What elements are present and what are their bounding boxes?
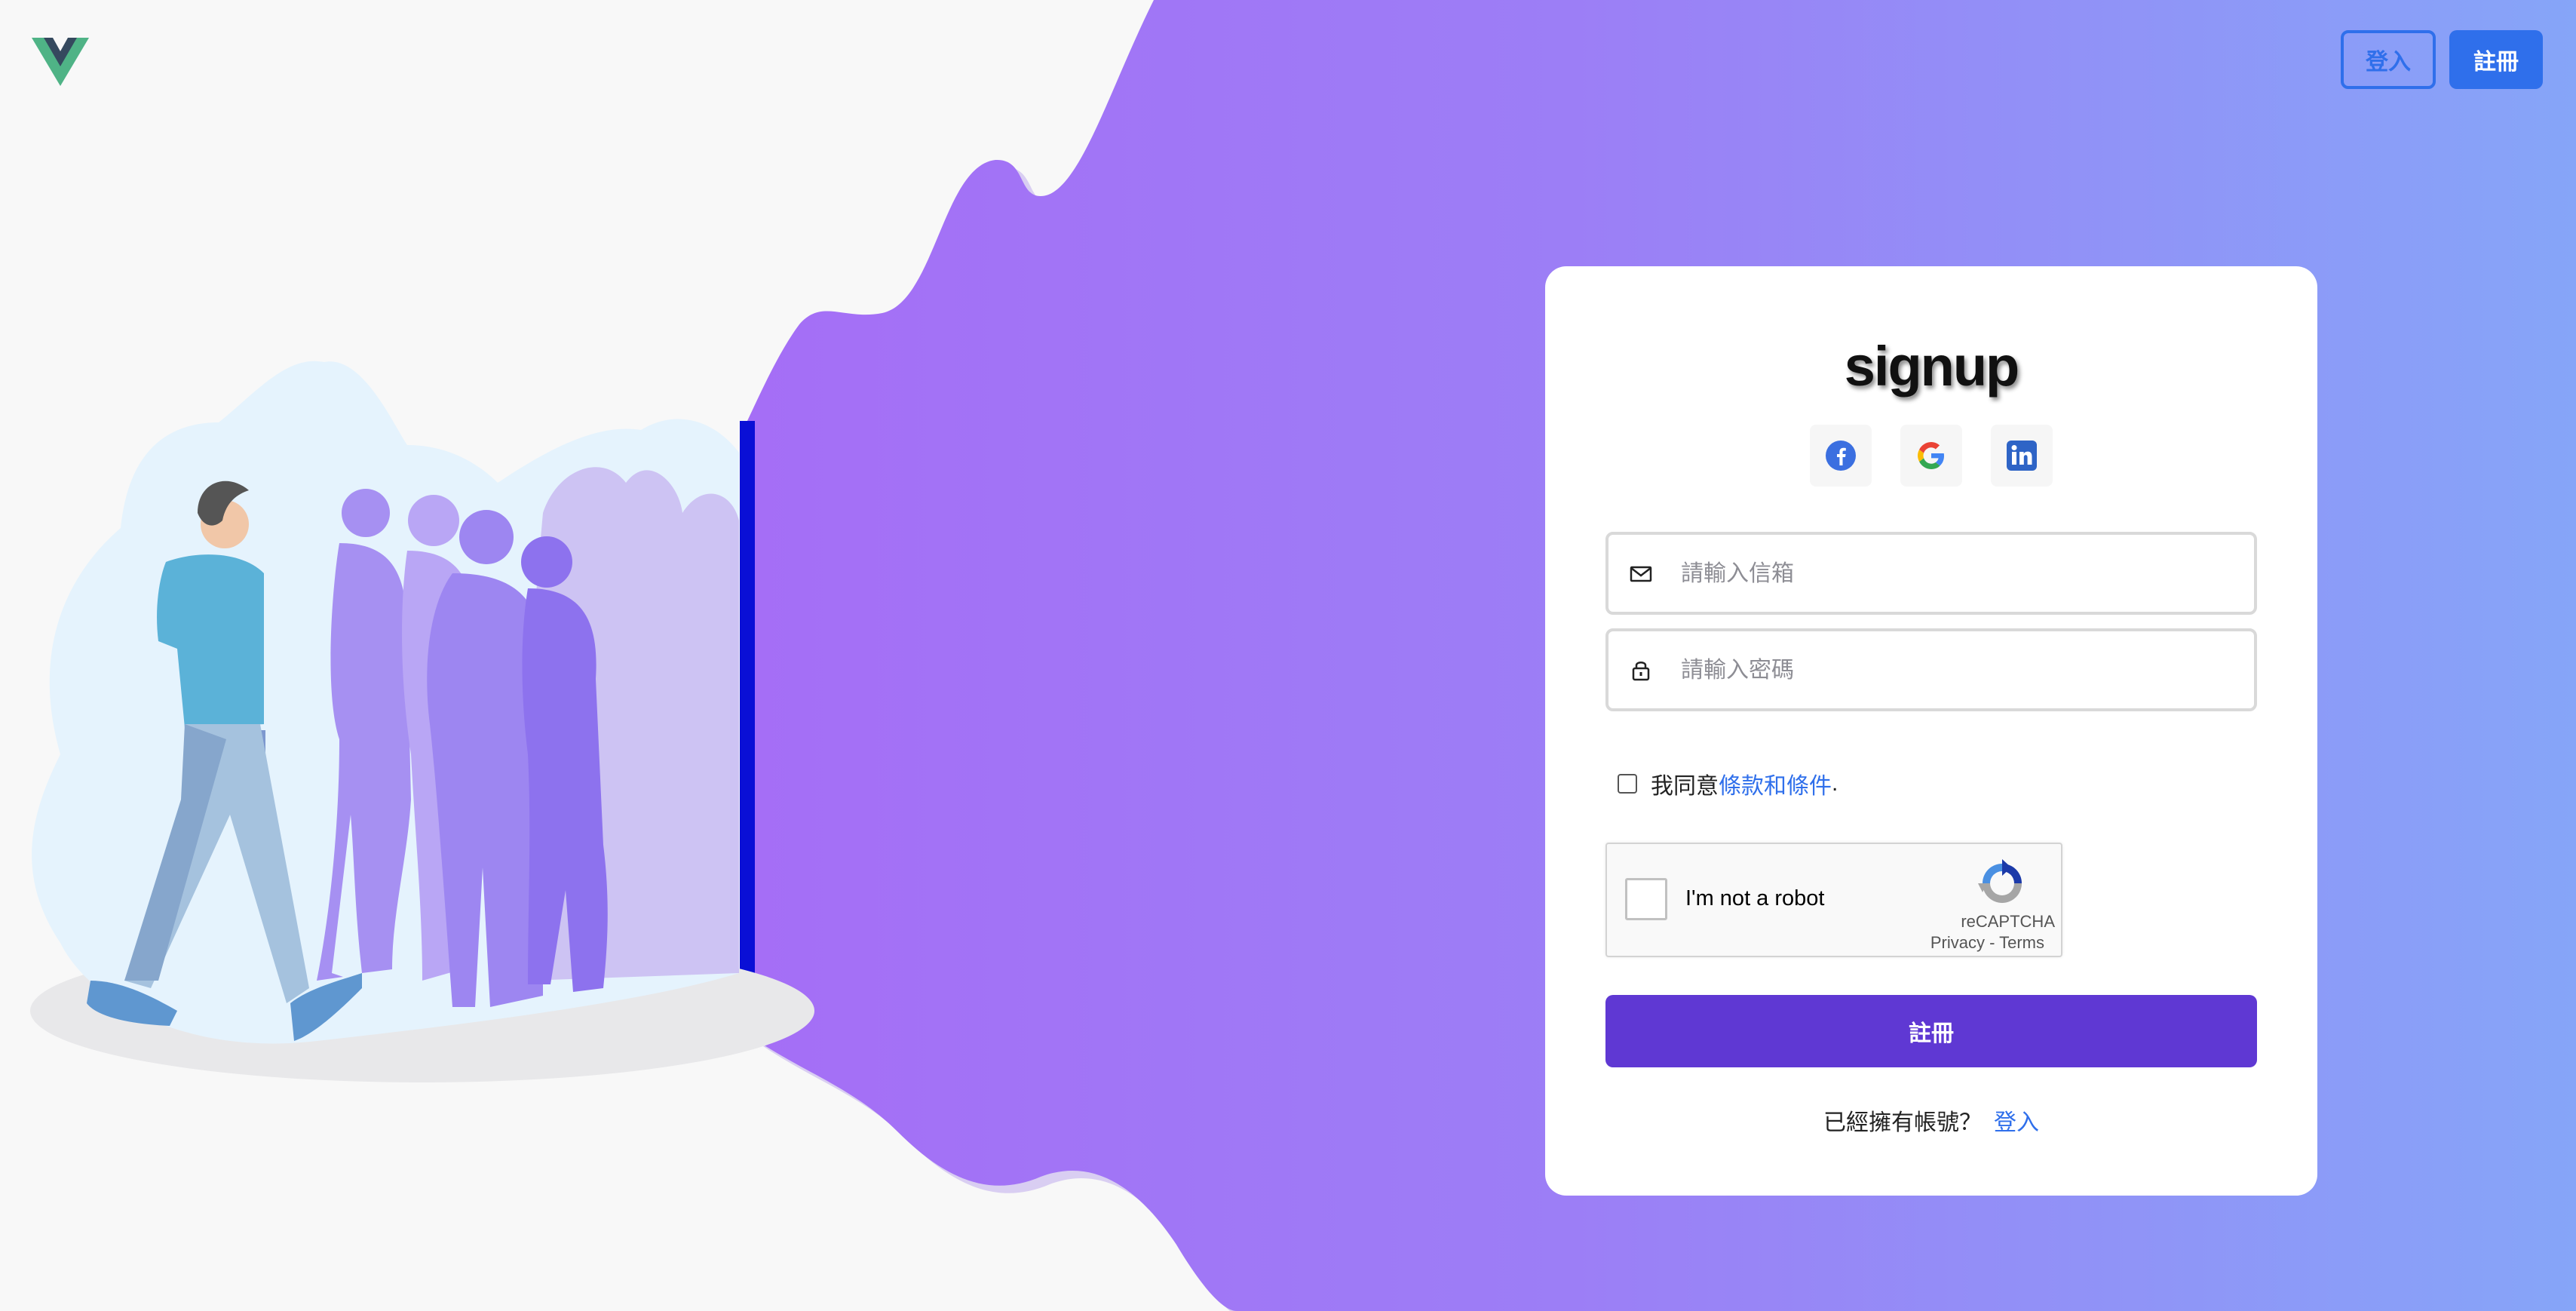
terms-suffix: . <box>1832 771 1838 796</box>
terms-checkbox[interactable] <box>1618 774 1637 794</box>
people-walking-illustration <box>30 361 814 1082</box>
recaptcha-terms-link[interactable]: Terms <box>1999 933 2044 952</box>
recaptcha-separator: - <box>1984 933 2000 952</box>
email-input[interactable] <box>1679 535 2240 613</box>
header-login-button[interactable]: 登入 <box>2341 30 2436 89</box>
linkedin-login-button[interactable] <box>1991 425 2053 487</box>
login-link[interactable]: 登入 <box>1994 1110 2039 1135</box>
card-title: signup <box>1844 335 2020 398</box>
google-login-button[interactable] <box>1900 425 1962 487</box>
mail-icon <box>1630 566 1652 582</box>
email-field[interactable] <box>1605 532 2257 615</box>
recaptcha-widget: I'm not a robot reCAPTCHA Privacy - Term… <box>1605 843 2062 957</box>
signup-card: signup 請輸入信箱 我同意 條款和條件 . I'm not a robot… <box>1545 266 2317 1196</box>
vue-logo-icon[interactable] <box>32 35 89 89</box>
recaptcha-brand: reCAPTCHA <box>1961 912 2055 931</box>
facebook-icon <box>1826 441 1856 471</box>
have-account-text: 已經擁有帳號？ <box>1823 1110 1982 1135</box>
divider-bar <box>740 421 755 1039</box>
password-input[interactable] <box>1679 631 2240 710</box>
header-register-button[interactable]: 註冊 <box>2449 30 2543 89</box>
lock-icon <box>1632 662 1650 681</box>
terms-agreement: 我同意 條款和條件. <box>1618 767 1838 800</box>
recaptcha-privacy-link[interactable]: Privacy <box>1930 933 1985 952</box>
password-field[interactable] <box>1605 628 2257 711</box>
facebook-login-button[interactable] <box>1810 425 1872 487</box>
have-account-row: 已經擁有帳號？ 登入 <box>1545 1104 2317 1137</box>
terms-link[interactable]: 條款和條件 <box>1719 767 1832 800</box>
register-submit-button[interactable]: 註冊 <box>1605 995 2257 1067</box>
recaptcha-logo-icon <box>1978 859 2022 903</box>
recaptcha-checkbox[interactable] <box>1625 878 1667 920</box>
google-icon <box>1918 442 1944 469</box>
recaptcha-label: I'm not a robot <box>1685 886 1825 910</box>
terms-prefix: 我同意 <box>1651 774 1719 799</box>
recaptcha-links: Privacy - Terms <box>1930 933 2044 953</box>
linkedin-icon <box>2007 441 2037 471</box>
